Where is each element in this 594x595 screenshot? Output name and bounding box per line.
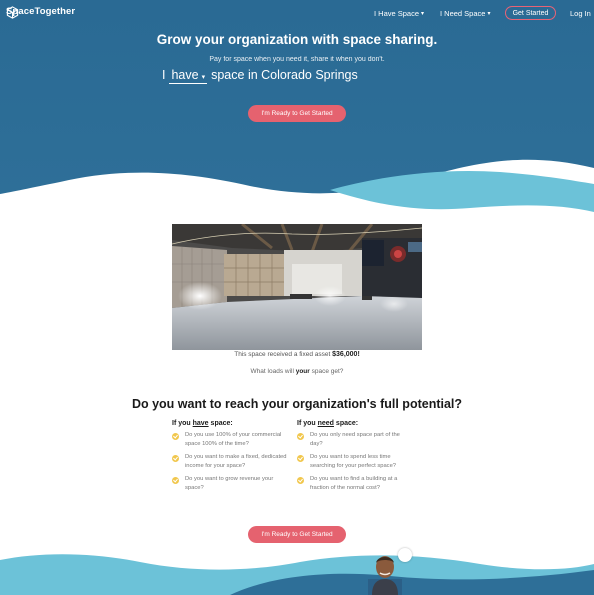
- question-emphasis: your: [295, 368, 310, 375]
- list-item-text: Do you want to find a building at a frac…: [310, 476, 398, 491]
- list-item: Do you want to grow revenue your space?: [172, 475, 287, 492]
- need-head-suffix: space:: [335, 420, 359, 427]
- need-head-prefix: If you: [297, 420, 316, 427]
- list-item: Do you want to find a building at a frac…: [297, 475, 412, 492]
- have-space-column: If you have space: Do you use 100% of yo…: [172, 420, 287, 497]
- caption-amount: $36,000!: [332, 351, 360, 358]
- space-question: What loads will your space get?: [0, 368, 594, 375]
- cube-logo-icon: [6, 6, 19, 19]
- support-agent-avatar[interactable]: [368, 549, 402, 595]
- check-circle-icon: [297, 455, 304, 462]
- nav-have-space-label: I Have Space: [374, 9, 420, 18]
- have-need-select[interactable]: have ▾: [169, 68, 208, 84]
- footer-wave-background: [0, 554, 594, 595]
- space-photo: [172, 224, 422, 350]
- hero-space-sentence: I have ▾ space in Colorado Springs: [162, 68, 358, 84]
- question-prefix: What loads will: [250, 368, 294, 375]
- question-suffix: space get?: [311, 368, 344, 375]
- chevron-down-icon: ▾: [487, 11, 491, 17]
- list-item: Do you want to spend less time searching…: [297, 453, 412, 470]
- hero-subtitle: Pay for space when you need it, share it…: [209, 56, 385, 63]
- list-item-text: Do you use 100% of your commercial space…: [185, 432, 282, 447]
- list-item-text: Do you want to grow revenue your space?: [185, 476, 274, 491]
- check-circle-icon: [297, 433, 304, 440]
- need-head-emphasis: need: [317, 420, 334, 427]
- have-head-suffix: space:: [210, 420, 233, 427]
- gym-space-image: [172, 224, 422, 350]
- nav-get-started-button[interactable]: Get Started: [505, 6, 556, 20]
- nav-login-link[interactable]: Log In: [570, 9, 591, 18]
- check-circle-icon: [172, 455, 179, 462]
- hero-location-text: space in Colorado Springs: [211, 68, 358, 82]
- potential-title: Do you want to reach your organization's…: [131, 397, 463, 411]
- nav-need-space-dropdown[interactable]: I Need Space ▾: [440, 9, 490, 18]
- have-head-emphasis: have: [192, 420, 209, 427]
- list-item-text: Do you only need space part of the day?: [310, 432, 400, 447]
- list-item: Do you use 100% of your commercial space…: [172, 431, 287, 448]
- caption-prefix: This space received a fixed asset: [234, 351, 331, 358]
- nav-need-space-label: I Need Space: [440, 9, 486, 18]
- brand-logo[interactable]: SpaceTogether: [6, 6, 75, 19]
- person-avatar-icon: [368, 556, 402, 595]
- hero-get-started-button[interactable]: I'm Ready to Get Started: [248, 105, 346, 122]
- check-circle-icon: [297, 477, 304, 484]
- have-head-prefix: If you: [172, 420, 191, 427]
- list-item: Do you only need space part of the day?: [297, 431, 412, 448]
- need-space-heading: If you need space:: [297, 420, 412, 427]
- hero-section: SpaceTogether I Have Space ▾ I Need Spac…: [0, 0, 594, 220]
- hero-prefix: I: [162, 68, 166, 82]
- need-space-column: If you need space: Do you only need spac…: [297, 420, 412, 497]
- hero-title: Grow your organization with space sharin…: [156, 32, 438, 47]
- check-circle-icon: [172, 433, 179, 440]
- nav-have-space-dropdown[interactable]: I Have Space ▾: [374, 9, 424, 18]
- list-item-text: Do you want to spend less time searching…: [310, 454, 397, 469]
- caret-down-icon: ▾: [201, 74, 206, 81]
- chat-bubble-icon[interactable]: [398, 548, 412, 562]
- check-circle-icon: [172, 477, 179, 484]
- photo-caption: This space received a fixed asset $36,00…: [0, 351, 594, 358]
- chevron-down-icon: ▾: [421, 11, 425, 17]
- have-space-heading: If you have space:: [172, 420, 287, 427]
- top-navigation: SpaceTogether I Have Space ▾ I Need Spac…: [0, 0, 594, 28]
- have-need-select-value: have: [171, 68, 199, 82]
- list-item: Do you want to make a fixed, dedicated i…: [172, 453, 287, 470]
- list-item-text: Do you want to make a fixed, dedicated i…: [185, 454, 287, 469]
- footer-wave: [0, 540, 594, 595]
